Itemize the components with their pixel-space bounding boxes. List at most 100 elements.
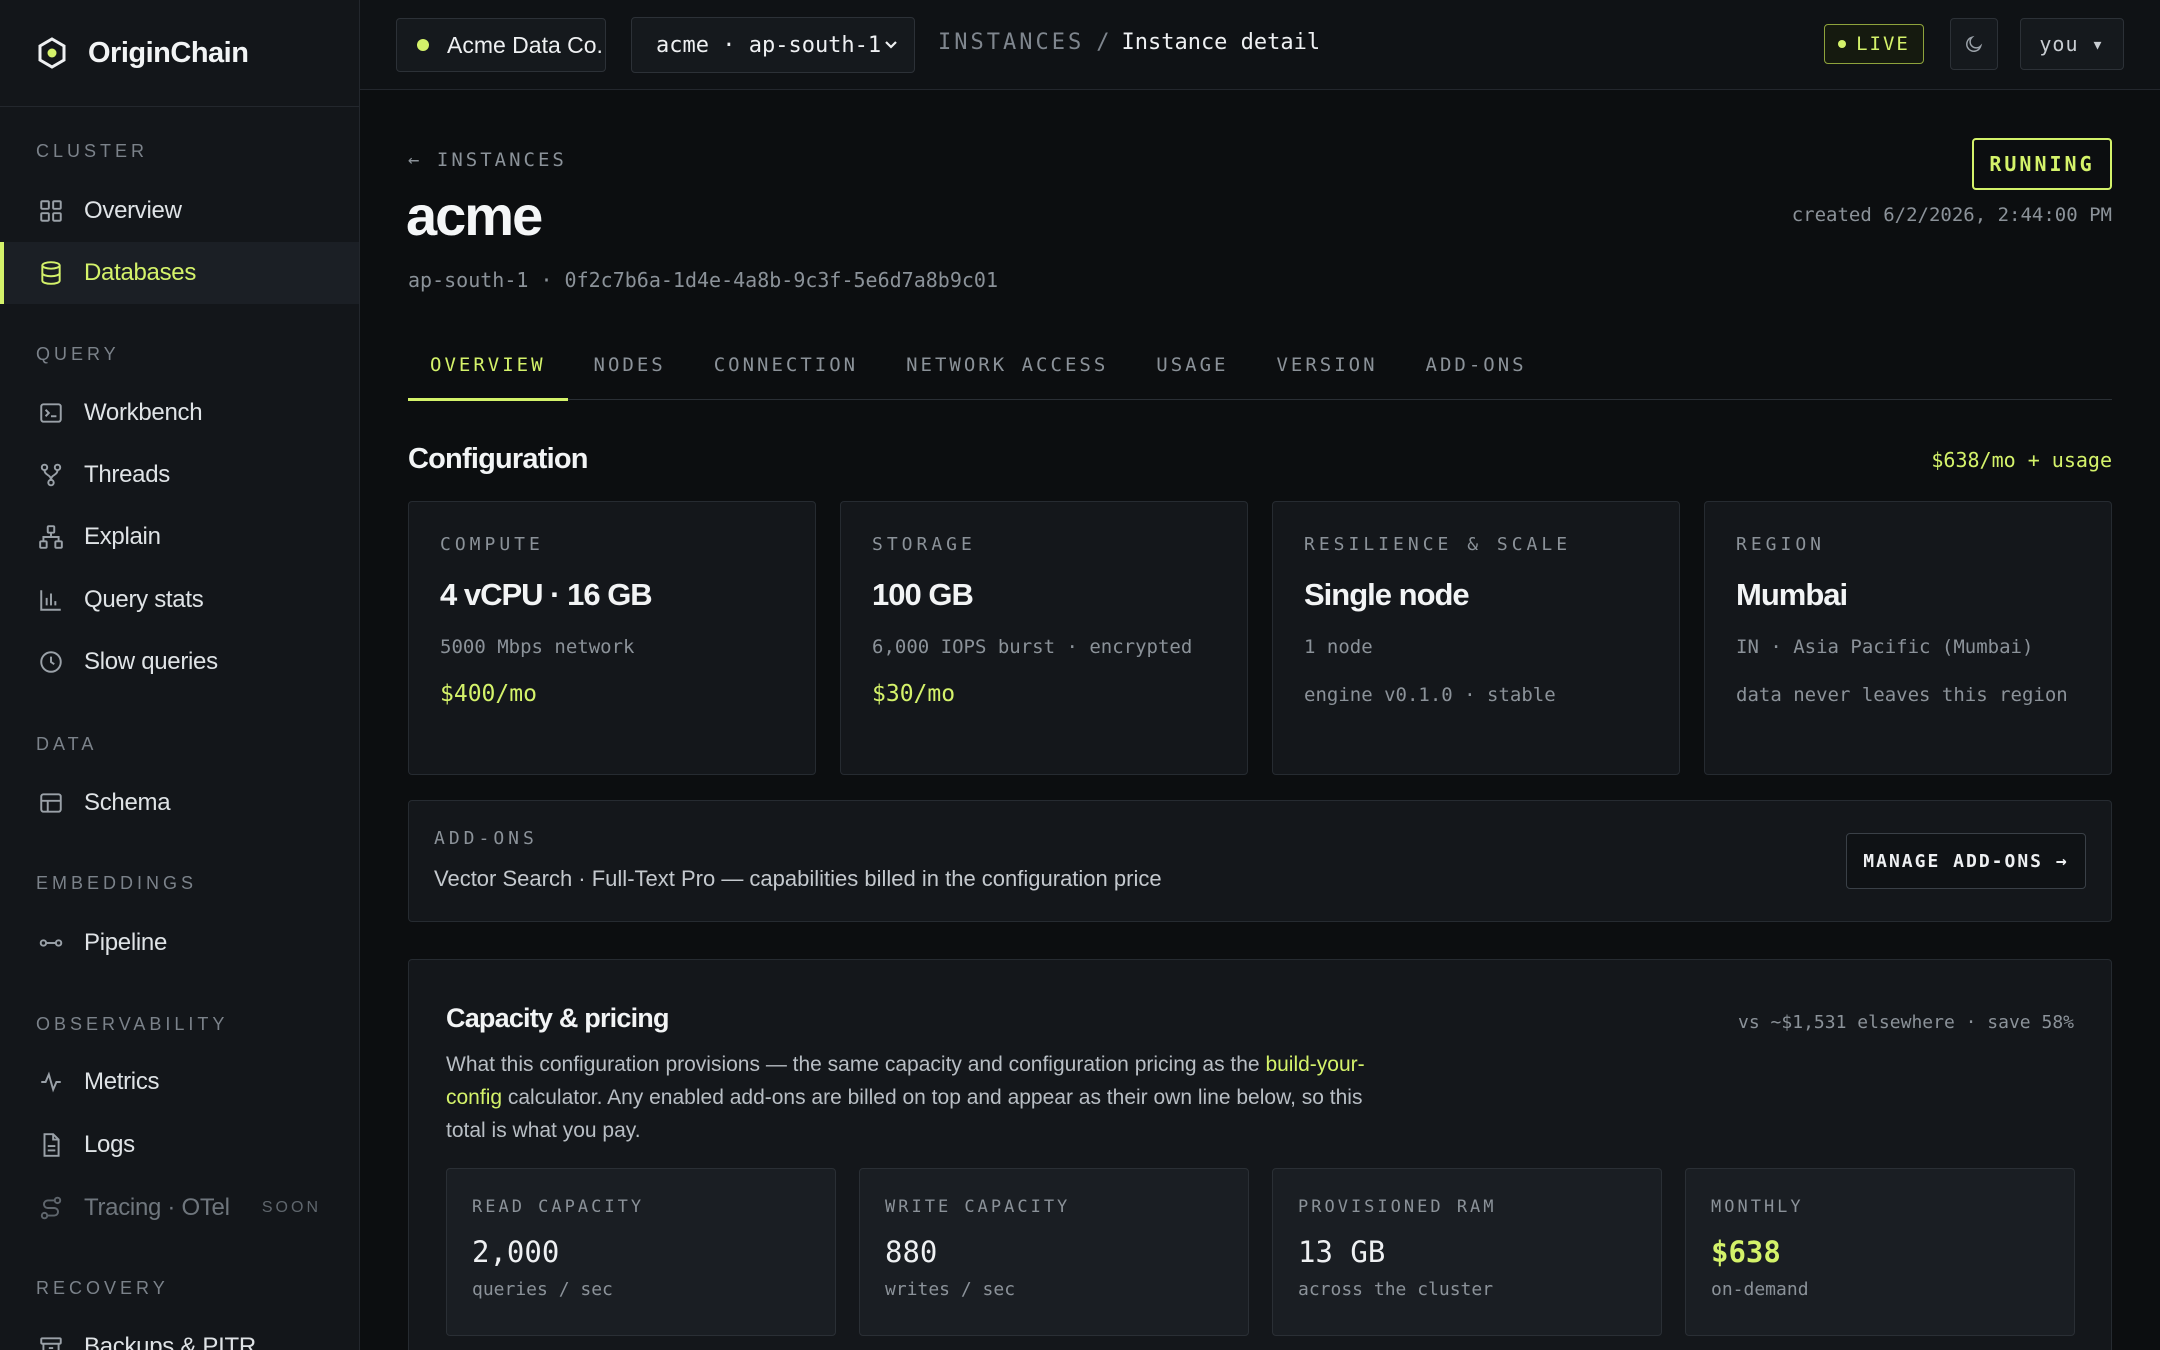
resilience-card: RESILIENCE & SCALE Single node 1 node en… bbox=[1272, 501, 1680, 775]
sidebar-item-logs[interactable]: Logs bbox=[0, 1114, 359, 1176]
sidebar-item-schema[interactable]: Schema bbox=[0, 772, 359, 834]
stat-provisioned-ram: PROVISIONED RAM 13 GB across the cluster bbox=[1272, 1168, 1662, 1336]
stat-sub: writes / sec bbox=[885, 1279, 1016, 1300]
card-value: Mumbai bbox=[1736, 577, 1848, 612]
tab-network-access[interactable]: NETWORK ACCESS bbox=[884, 350, 1130, 400]
sidebar-item-tracing: Tracing · OTel SOON bbox=[0, 1177, 359, 1239]
live-badge: LIVE bbox=[1824, 24, 1924, 64]
instance-meta: ap-south-1 · 0f2c7b6a-1d4e-4a8b-9c3f-5e6… bbox=[408, 268, 999, 292]
org-switcher[interactable]: Acme Data Co. bbox=[396, 18, 606, 72]
org-name: Acme Data Co. bbox=[447, 31, 603, 58]
capacity-title: Capacity & pricing bbox=[446, 1003, 669, 1033]
nav-section-embeddings: EMBEDDINGS bbox=[36, 873, 198, 893]
sidebar-item-databases[interactable]: Databases bbox=[0, 242, 359, 304]
stat-sub: across the cluster bbox=[1298, 1279, 1494, 1300]
hierarchy-icon bbox=[39, 525, 63, 549]
breadcrumb-separator: / bbox=[1096, 30, 1110, 55]
sidebar-item-label: Threads bbox=[84, 461, 170, 488]
breadcrumb-current: Instance detail bbox=[1121, 30, 1321, 55]
sidebar-item-label: Query stats bbox=[84, 586, 204, 613]
stat-value: 13 GB bbox=[1298, 1235, 1386, 1269]
manage-addons-button[interactable]: MANAGE ADD-ONS → bbox=[1846, 833, 2086, 889]
nav-section-query: QUERY bbox=[36, 344, 120, 364]
nav-section-cluster: CLUSTER bbox=[36, 141, 149, 161]
configuration-title: Configuration bbox=[408, 443, 588, 475]
nav-section-recovery: RECOVERY bbox=[36, 1278, 169, 1298]
logo-hexagon-icon bbox=[38, 37, 66, 69]
sidebar-item-slow-queries[interactable]: Slow queries bbox=[0, 631, 359, 693]
desc-text: What this configuration provisions — the… bbox=[446, 1053, 1266, 1076]
sidebar-item-label: Schema bbox=[84, 789, 171, 816]
card-sub: 5000 Mbps network bbox=[440, 636, 635, 658]
sidebar-item-workbench[interactable]: Workbench bbox=[0, 382, 359, 444]
branch-icon bbox=[40, 463, 62, 487]
sidebar-item-label: Pipeline bbox=[84, 929, 167, 956]
sidebar-item-explain[interactable]: Explain bbox=[0, 506, 359, 568]
tab-nodes[interactable]: NODES bbox=[572, 350, 688, 400]
stat-label: READ CAPACITY bbox=[472, 1197, 645, 1217]
live-dot bbox=[1838, 40, 1847, 48]
bar-chart-icon bbox=[40, 590, 61, 611]
sidebar-item-label: Workbench bbox=[84, 399, 203, 426]
capacity-pricing-card: Capacity & pricing vs ~$1,531 elsewhere … bbox=[408, 959, 2112, 1350]
tab-version[interactable]: VERSION bbox=[1254, 350, 1399, 400]
sidebar-item-metrics[interactable]: Metrics bbox=[0, 1051, 359, 1113]
card-price: $30/mo bbox=[872, 681, 956, 707]
table-icon bbox=[40, 793, 62, 813]
card-label: REGION bbox=[1736, 534, 1826, 555]
archive-icon bbox=[40, 1337, 62, 1350]
card-sub-secondary: data never leaves this region bbox=[1736, 684, 2068, 706]
card-sub: IN · Asia Pacific (Mumbai) bbox=[1736, 636, 2034, 658]
card-value: 100 GB bbox=[872, 577, 974, 612]
breadcrumb-instances[interactable]: INSTANCES bbox=[938, 30, 1084, 55]
stat-monthly: MONTHLY $638 on-demand bbox=[1685, 1168, 2075, 1336]
org-status-dot bbox=[417, 39, 429, 51]
sidebar-item-overview[interactable]: Overview bbox=[0, 180, 359, 242]
user-menu-button[interactable]: you ▾ bbox=[2020, 18, 2124, 70]
live-label: LIVE bbox=[1856, 33, 1910, 55]
tab-usage[interactable]: USAGE bbox=[1134, 350, 1250, 400]
sidebar-item-label: Metrics bbox=[84, 1068, 160, 1095]
compute-card: COMPUTE 4 vCPU · 16 GB 5000 Mbps network… bbox=[408, 501, 816, 775]
region-card: REGION Mumbai IN · Asia Pacific (Mumbai)… bbox=[1704, 501, 2112, 775]
page-title: acme bbox=[406, 184, 543, 247]
brand[interactable]: OriginChain bbox=[0, 0, 359, 107]
sidebar-item-query-stats[interactable]: Query stats bbox=[0, 569, 359, 631]
sidebar-item-pipeline[interactable]: Pipeline bbox=[0, 912, 359, 974]
tab-add-ons[interactable]: ADD-ONS bbox=[1404, 350, 1549, 400]
stat-sub: queries / sec bbox=[472, 1279, 613, 1300]
grid-icon bbox=[40, 200, 62, 222]
sidebar-item-label: Backups & PITR bbox=[84, 1333, 256, 1350]
sidebar-item-threads[interactable]: Threads bbox=[0, 444, 359, 506]
database-icon bbox=[41, 261, 61, 285]
sidebar-item-backups[interactable]: Backups & PITR bbox=[0, 1316, 359, 1350]
created-timestamp: created 6/2/2026, 2:44:00 PM bbox=[1791, 204, 2112, 226]
status-badge: RUNNING bbox=[1972, 138, 2112, 190]
theme-toggle-button[interactable] bbox=[1950, 18, 1998, 70]
tab-bar: OVERVIEW NODES CONNECTION NETWORK ACCESS… bbox=[408, 350, 2112, 401]
stat-value: 2,000 bbox=[472, 1235, 560, 1269]
cluster-select[interactable]: acme · ap-south-1 bbox=[631, 17, 915, 73]
breadcrumb: INSTANCES / Instance detail bbox=[938, 30, 1320, 55]
card-sub-secondary: engine v0.1.0 · stable bbox=[1304, 684, 1556, 706]
tab-overview[interactable]: OVERVIEW bbox=[408, 350, 568, 401]
sidebar-item-label: Explain bbox=[84, 523, 161, 550]
pipeline-icon bbox=[39, 939, 63, 947]
price-comparison: vs ~$1,531 elsewhere · save 58% bbox=[1738, 1012, 2074, 1033]
addons-label: ADD-ONS bbox=[434, 828, 538, 849]
soon-badge: SOON bbox=[261, 1199, 321, 1216]
sidebar-item-label: Slow queries bbox=[84, 648, 218, 675]
pulse-icon bbox=[41, 1071, 61, 1093]
moon-icon bbox=[1966, 35, 1983, 52]
stat-label: WRITE CAPACITY bbox=[885, 1197, 1071, 1217]
sidebar-item-label: Logs bbox=[84, 1131, 135, 1158]
main-content: ← INSTANCES acme ap-south-1 · 0f2c7b6a-1… bbox=[360, 91, 2160, 1350]
card-label: STORAGE bbox=[872, 534, 976, 555]
sidebar: OriginChain CLUSTER Overview Databases Q… bbox=[0, 0, 360, 1350]
chevron-down-icon bbox=[885, 41, 897, 49]
storage-card: STORAGE 100 GB 6,000 IOPS burst · encryp… bbox=[840, 501, 1248, 775]
card-label: RESILIENCE & SCALE bbox=[1304, 534, 1572, 555]
stat-value: $638 bbox=[1711, 1235, 1781, 1269]
back-to-instances-link[interactable]: ← INSTANCES bbox=[408, 149, 567, 171]
tab-connection[interactable]: CONNECTION bbox=[692, 350, 880, 400]
